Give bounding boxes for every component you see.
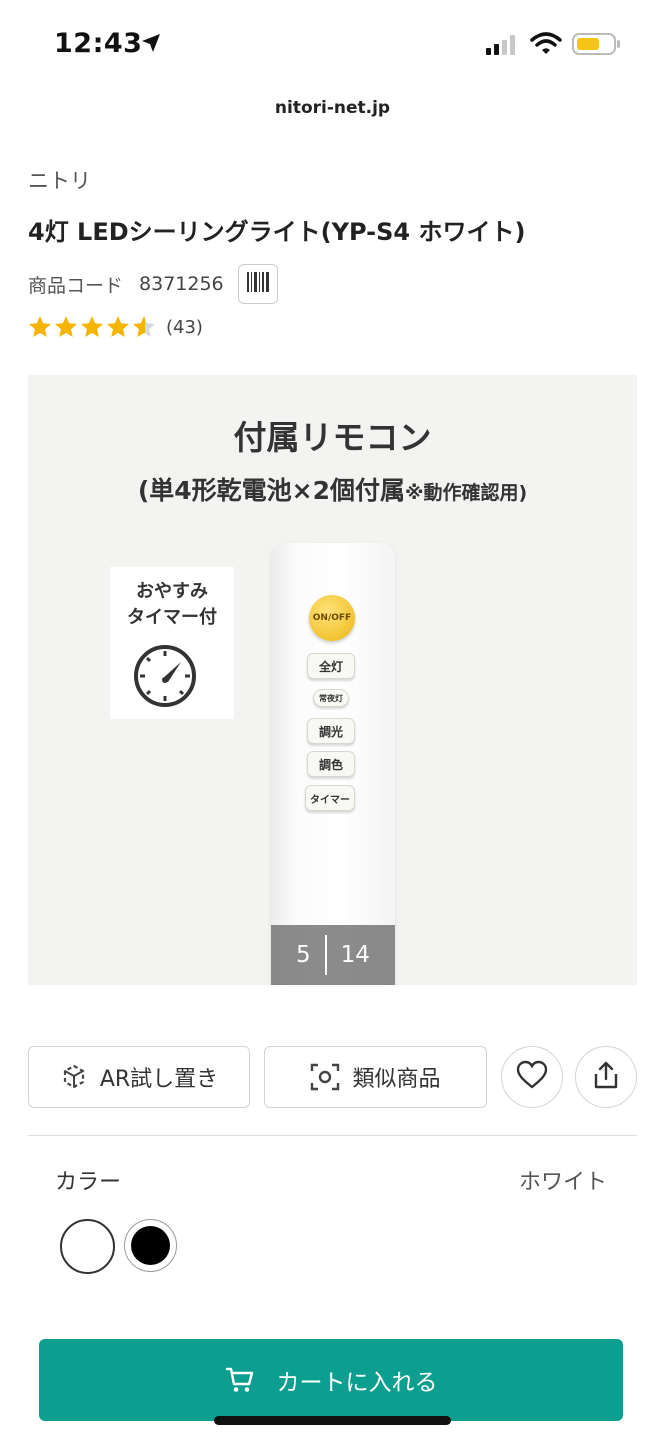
product-code-label: 商品コード bbox=[28, 274, 124, 297]
add-to-cart-button[interactable]: カートに入れる bbox=[39, 1339, 623, 1421]
color-section-label: カラー bbox=[55, 1170, 122, 1195]
image-counter-total: 14 bbox=[340, 942, 370, 968]
ar-cube-icon bbox=[60, 1063, 88, 1091]
timer-badge: おやすみ タイマー付 bbox=[110, 567, 234, 719]
timer-badge-line1: おやすみ bbox=[136, 581, 208, 602]
add-to-cart-label: カートに入れる bbox=[276, 1370, 438, 1396]
star-icon bbox=[29, 316, 51, 337]
similar-products-button[interactable]: 類似商品 bbox=[264, 1046, 487, 1108]
star-icon bbox=[81, 316, 103, 337]
color-swatch-white[interactable] bbox=[60, 1219, 115, 1274]
half-star-icon bbox=[133, 316, 155, 337]
remote-full-light-button: 全灯 bbox=[307, 653, 355, 679]
image-counter: 5 14 bbox=[271, 925, 395, 985]
share-icon bbox=[592, 1060, 620, 1094]
remote-night-light-button: 常夜灯 bbox=[313, 689, 349, 707]
color-swatch-black-fill bbox=[131, 1226, 170, 1265]
color-swatch-black[interactable] bbox=[124, 1219, 177, 1272]
remote-dimming-button: 調光 bbox=[307, 718, 355, 744]
image-subheading: (単4形乾電池×2個付属※動作確認用) bbox=[28, 471, 637, 507]
image-search-icon bbox=[310, 1063, 340, 1091]
status-bar: 12:43 bbox=[0, 0, 665, 88]
favorite-button[interactable] bbox=[501, 1046, 563, 1108]
remote-control-image: ON/OFF 全灯 常夜灯 調光 調色 タイマー bbox=[271, 543, 395, 985]
url-bar[interactable]: nitori-net.jp bbox=[0, 98, 665, 118]
home-indicator[interactable] bbox=[214, 1416, 451, 1425]
share-button[interactable] bbox=[575, 1046, 637, 1108]
remote-on-off-button: ON/OFF bbox=[309, 595, 355, 641]
battery-icon bbox=[572, 32, 622, 60]
location-arrow-icon bbox=[140, 32, 162, 58]
product-code-value: 8371256 bbox=[139, 273, 224, 295]
ar-try-button[interactable]: AR試し置き bbox=[28, 1046, 250, 1108]
rating-row[interactable]: (43) bbox=[28, 312, 203, 342]
product-image-carousel[interactable]: 付属リモコン (単4形乾電池×2個付属※動作確認用) おやすみ タイマー付 ON… bbox=[28, 375, 637, 985]
rating-count: (43) bbox=[166, 316, 203, 338]
similar-products-label: 類似商品 bbox=[352, 1067, 441, 1092]
ar-try-label: AR試し置き bbox=[99, 1067, 219, 1092]
image-counter-current: 5 bbox=[296, 942, 311, 968]
barcode-icon bbox=[246, 271, 270, 297]
rating-stars bbox=[28, 315, 156, 339]
brand-name[interactable]: ニトリ bbox=[28, 165, 91, 195]
action-row: AR試し置き 類似商品 bbox=[28, 1046, 637, 1108]
product-code-row: 商品コード 8371256 bbox=[28, 264, 278, 304]
cart-icon bbox=[225, 1366, 255, 1394]
image-counter-divider bbox=[324, 935, 327, 975]
product-title: 4灯 LEDシーリングライト(YP-S4 ホワイト) bbox=[28, 218, 526, 246]
timer-dial-icon bbox=[132, 643, 198, 713]
star-icon bbox=[55, 316, 77, 337]
image-heading: 付属リモコン bbox=[233, 418, 432, 457]
signal-icon bbox=[484, 34, 520, 60]
barcode-button[interactable] bbox=[237, 264, 278, 304]
heart-icon bbox=[516, 1060, 548, 1094]
remote-timer-button: タイマー bbox=[305, 785, 355, 811]
wifi-icon bbox=[530, 31, 562, 59]
status-time: 12:43 bbox=[54, 28, 143, 59]
selected-color-value: ホワイト bbox=[518, 1170, 607, 1195]
timer-badge-line2: タイマー付 bbox=[127, 607, 217, 628]
remote-color-button: 調色 bbox=[307, 751, 355, 777]
image-subheading-main: (単4形乾電池×2個付属 bbox=[137, 476, 405, 505]
section-divider bbox=[28, 1135, 637, 1136]
star-icon bbox=[107, 316, 129, 337]
image-subheading-note: ※動作確認用) bbox=[405, 482, 528, 504]
